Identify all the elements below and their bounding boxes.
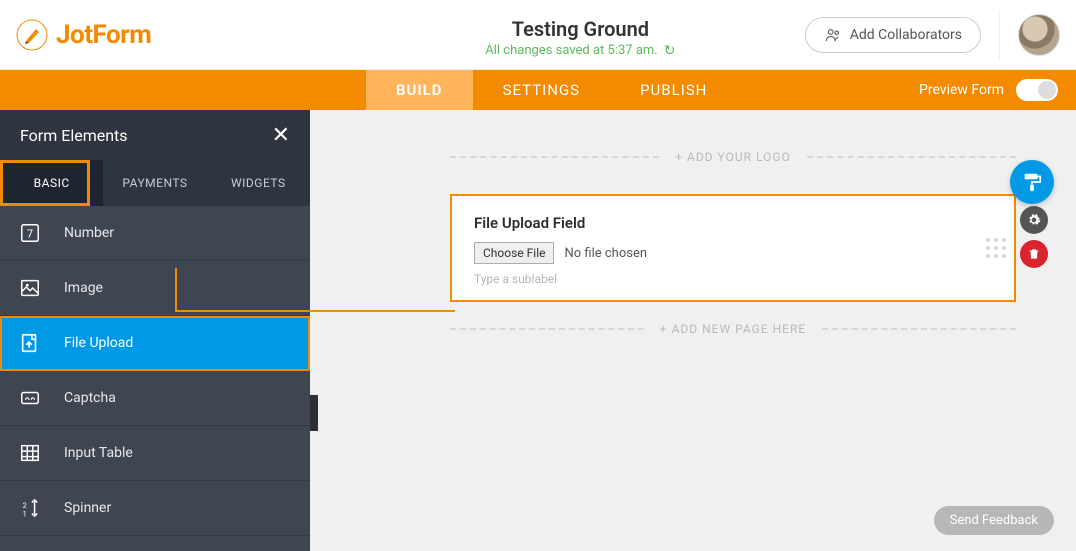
refresh-icon[interactable]: ↻	[664, 43, 676, 59]
form-title[interactable]: Testing Ground	[356, 17, 805, 41]
add-logo-text: + ADD YOUR LOGO	[659, 150, 807, 164]
top-bar: JotForm Testing Ground All changes saved…	[0, 0, 1076, 70]
element-label: Image	[64, 280, 103, 296]
save-status-text: All changes saved at 5:37 am.	[485, 43, 657, 58]
pencil-icon	[16, 19, 48, 51]
nav-right: Preview Form	[919, 70, 1076, 110]
add-collaborators-button[interactable]: Add Collaborators	[805, 17, 981, 53]
tab-settings[interactable]: SETTINGS	[473, 70, 611, 110]
form-designer-button[interactable]	[1010, 160, 1054, 204]
sidebar-header: Form Elements ✕	[0, 110, 310, 160]
sidebar: Form Elements ✕ BASIC PAYMENTS WIDGETS 7…	[0, 110, 310, 551]
tab-publish[interactable]: PUBLISH	[610, 70, 737, 110]
choose-file-button[interactable]: Choose File	[474, 242, 554, 264]
save-status: All changes saved at 5:37 am. ↻	[356, 43, 805, 59]
paint-roller-icon	[1021, 171, 1043, 193]
element-label: File Upload	[64, 335, 133, 351]
sidebar-tab-widgets[interactable]: WIDGETS	[207, 160, 310, 206]
svg-text:7: 7	[27, 228, 33, 241]
captcha-icon	[18, 386, 42, 410]
trash-icon	[1027, 247, 1041, 261]
sublabel-input[interactable]: Type a sublabel	[474, 272, 992, 286]
element-input-table[interactable]: Input Table	[0, 426, 310, 481]
sidebar-tab-payments[interactable]: PAYMENTS	[103, 160, 206, 206]
send-feedback-button[interactable]: Send Feedback	[934, 506, 1054, 535]
title-area: Testing Ground All changes saved at 5:37…	[356, 11, 805, 59]
drag-handle-icon[interactable]	[986, 238, 1006, 258]
element-label: Number	[64, 225, 114, 241]
logo-text[interactable]: JotForm	[56, 20, 151, 50]
collab-label: Add Collaborators	[850, 27, 962, 43]
field-label[interactable]: File Upload Field	[474, 214, 992, 232]
element-label: Spinner	[64, 500, 111, 516]
field-action-buttons	[1020, 206, 1048, 268]
gear-icon	[1027, 213, 1041, 227]
field-settings-button[interactable]	[1020, 206, 1048, 234]
canvas: + ADD YOUR LOGO File Upload Field Choose…	[310, 110, 1076, 551]
divider	[999, 10, 1000, 60]
sidebar-tabs: BASIC PAYMENTS WIDGETS	[0, 160, 310, 206]
highlight-connector	[175, 310, 455, 312]
sidebar-tab-basic[interactable]: BASIC	[0, 160, 103, 206]
add-page-placeholder[interactable]: + ADD NEW PAGE HERE	[450, 322, 1016, 336]
file-upload-icon	[18, 331, 42, 355]
element-number[interactable]: 7 Number	[0, 206, 310, 261]
spinner-icon: 21	[18, 496, 42, 520]
file-upload-field-card[interactable]: File Upload Field Choose File No file ch…	[450, 194, 1016, 302]
element-file-upload[interactable]: File Upload	[0, 316, 310, 371]
element-captcha[interactable]: Captcha	[0, 371, 310, 426]
svg-text:1: 1	[23, 509, 27, 518]
element-label: Captcha	[64, 390, 116, 406]
field-delete-button[interactable]	[1020, 240, 1048, 268]
dash-line	[450, 156, 659, 158]
elements-list: 7 Number Image File Upload Captcha Input…	[0, 206, 310, 551]
dash-line	[807, 156, 1016, 158]
avatar[interactable]	[1018, 14, 1060, 56]
tab-build[interactable]: BUILD	[366, 70, 473, 110]
file-status: No file chosen	[564, 246, 647, 261]
image-icon	[18, 276, 42, 300]
preview-label: Preview Form	[919, 82, 1004, 98]
main-nav: BUILD SETTINGS PUBLISH Preview Form	[0, 70, 1076, 110]
table-icon	[18, 441, 42, 465]
number-icon: 7	[18, 221, 42, 245]
dash-line	[822, 328, 1016, 330]
add-page-text: + ADD NEW PAGE HERE	[644, 322, 822, 336]
scroll-indicator[interactable]	[310, 395, 318, 431]
top-actions: Add Collaborators	[805, 10, 1060, 60]
people-icon	[824, 26, 842, 44]
nav-spacer	[0, 70, 310, 110]
element-spinner[interactable]: 21 Spinner	[0, 481, 310, 536]
preview-toggle[interactable]	[1016, 79, 1058, 101]
file-row: Choose File No file chosen	[474, 242, 992, 264]
main: Form Elements ✕ BASIC PAYMENTS WIDGETS 7…	[0, 110, 1076, 551]
add-logo-placeholder[interactable]: + ADD YOUR LOGO	[450, 150, 1016, 164]
element-image[interactable]: Image	[0, 261, 310, 316]
logo-area: JotForm	[16, 19, 356, 51]
dash-line	[450, 328, 644, 330]
sidebar-title: Form Elements	[20, 126, 128, 145]
element-label: Input Table	[64, 445, 133, 461]
highlight-connector	[175, 268, 177, 310]
close-icon[interactable]: ✕	[272, 123, 290, 148]
